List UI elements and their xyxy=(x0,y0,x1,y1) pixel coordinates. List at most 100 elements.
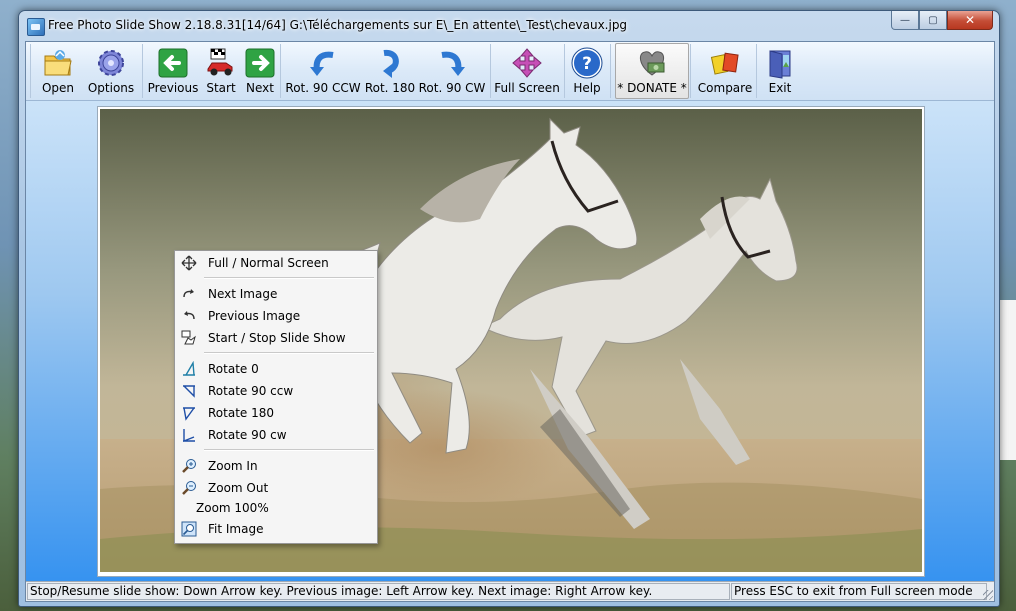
previous-button[interactable]: Previous xyxy=(146,44,200,98)
start-button[interactable]: Start xyxy=(202,44,240,98)
menu-item-rotate-90-cw[interactable]: Rotate 90 cw xyxy=(175,425,377,445)
exit-label: Exit xyxy=(768,81,792,95)
status-fullscreen-hint: Press ESC to exit from Full screen mode xyxy=(731,583,987,600)
gear-icon xyxy=(95,47,127,79)
menu-item-label: Rotate 90 cw xyxy=(208,428,287,442)
svg-text:?: ? xyxy=(582,54,592,74)
move-arrows-icon xyxy=(511,47,543,79)
rotate-ccw-icon xyxy=(307,47,339,79)
menu-item-label: Rotate 180 xyxy=(208,406,275,420)
menu-item-label: Next Image xyxy=(208,287,278,301)
rotate-180-button[interactable]: Rot. 180 xyxy=(364,44,416,98)
compare-label: Compare xyxy=(697,81,753,95)
donate-button[interactable]: * DONATE * xyxy=(615,43,689,99)
menu-item-label: Zoom In xyxy=(208,459,258,473)
menu-item-next-image[interactable]: Next Image xyxy=(175,284,377,304)
move-arrows-icon xyxy=(181,255,197,271)
rotate-ccw-button[interactable]: Rot. 90 CCW xyxy=(285,44,361,98)
context-menu: Full / Normal Screen Next Image Previous… xyxy=(174,250,378,544)
toolbar-separator xyxy=(564,44,565,98)
window-controls: — ▢ ✕ xyxy=(891,11,993,31)
menu-item-label: Rotate 90 ccw xyxy=(208,384,294,398)
help-icon: ? xyxy=(571,47,603,79)
undo-arrow-icon xyxy=(181,308,197,324)
help-label: Help xyxy=(573,81,601,95)
app-icon[interactable] xyxy=(27,18,45,36)
options-label: Options xyxy=(87,81,135,95)
arrow-right-icon xyxy=(244,47,276,79)
menu-item-label: Full / Normal Screen xyxy=(208,256,329,270)
rotate-cw-label: Rot. 90 CW xyxy=(418,81,486,95)
next-button[interactable]: Next xyxy=(242,44,278,98)
toolbar-separator xyxy=(690,44,691,98)
slideshow-hand-icon xyxy=(181,330,197,346)
menu-item-label: Start / Stop Slide Show xyxy=(208,331,346,345)
rotate-ccw-label: Rot. 90 CCW xyxy=(285,81,361,95)
menu-item-zoom-100[interactable]: Zoom 100% xyxy=(175,498,377,518)
menu-item-rotate-0[interactable]: Rotate 0 xyxy=(175,359,377,379)
maximize-button[interactable]: ▢ xyxy=(919,11,947,30)
app-window: Free Photo Slide Show 2.18.8.31[14/64] G… xyxy=(18,10,1000,607)
open-button[interactable]: Open xyxy=(36,44,80,98)
heart-money-icon xyxy=(636,47,668,79)
rotate-ccw-small-icon xyxy=(181,383,197,399)
fit-image-icon xyxy=(181,521,197,537)
menu-item-rotate-180[interactable]: Rotate 180 xyxy=(175,403,377,423)
menu-item-full-normal-screen[interactable]: Full / Normal Screen xyxy=(175,253,377,273)
client-area: Open Options Previous Start Next Rot. 90… xyxy=(25,41,995,602)
donate-label: * DONATE * xyxy=(617,81,687,95)
rotate-cw-small-icon xyxy=(181,427,197,443)
toolbar-separator xyxy=(30,44,31,98)
toolbar-separator xyxy=(490,44,491,98)
compare-cards-icon xyxy=(709,47,741,79)
previous-label: Previous xyxy=(147,81,199,95)
minimize-button[interactable]: — xyxy=(891,11,919,30)
redo-arrow-icon xyxy=(181,286,197,302)
toolbar-separator xyxy=(756,44,757,98)
menu-item-label: Fit Image xyxy=(208,522,264,536)
rotate-cw-button[interactable]: Rot. 90 CW xyxy=(418,44,486,98)
menu-item-label: Zoom 100% xyxy=(196,501,269,515)
menu-separator xyxy=(204,277,374,279)
rotate-0-icon xyxy=(181,360,197,377)
menu-item-start-stop-slide-show[interactable]: Start / Stop Slide Show xyxy=(175,328,377,348)
menu-item-label: Rotate 0 xyxy=(208,362,259,376)
compare-button[interactable]: Compare xyxy=(698,44,752,98)
toolbar: Open Options Previous Start Next Rot. 90… xyxy=(26,42,994,101)
close-button[interactable]: ✕ xyxy=(947,11,993,30)
title-bar[interactable]: Free Photo Slide Show 2.18.8.31[14/64] G… xyxy=(19,11,999,41)
toolbar-separator xyxy=(142,44,143,98)
menu-item-label: Previous Image xyxy=(208,309,301,323)
toolbar-separator xyxy=(610,44,611,98)
menu-item-fit-image[interactable]: Fit Image xyxy=(175,519,377,539)
menu-separator xyxy=(204,352,374,354)
zoom-in-icon xyxy=(181,458,197,474)
resize-grip[interactable] xyxy=(983,590,993,600)
arrow-left-icon xyxy=(157,47,189,79)
next-label: Next xyxy=(246,81,274,95)
rotate-cw-icon xyxy=(436,47,468,79)
open-label: Open xyxy=(41,81,75,95)
status-bar: Stop/Resume slide show: Down Arrow key. … xyxy=(26,581,994,601)
toolbar-separator xyxy=(280,44,281,98)
options-button[interactable]: Options xyxy=(86,44,136,98)
menu-item-rotate-90-ccw[interactable]: Rotate 90 ccw xyxy=(175,381,377,401)
rotate-180-small-icon xyxy=(181,405,197,421)
rotate-180-label: Rot. 180 xyxy=(364,81,416,95)
menu-separator xyxy=(204,449,374,451)
full-screen-button[interactable]: Full Screen xyxy=(494,44,560,98)
status-keyboard-help: Stop/Resume slide show: Down Arrow key. … xyxy=(27,583,730,600)
race-car-icon xyxy=(205,47,237,79)
menu-item-zoom-in[interactable]: Zoom In xyxy=(175,456,377,476)
folder-icon xyxy=(42,47,74,79)
menu-item-label: Zoom Out xyxy=(208,481,269,495)
menu-item-zoom-out[interactable]: Zoom Out xyxy=(175,478,377,498)
exit-door-icon xyxy=(764,47,796,79)
help-button[interactable]: ? Help xyxy=(568,44,606,98)
zoom-out-icon xyxy=(181,480,197,496)
exit-button[interactable]: Exit xyxy=(762,44,798,98)
full-screen-label: Full Screen xyxy=(494,81,560,95)
start-label: Start xyxy=(206,81,236,95)
menu-item-previous-image[interactable]: Previous Image xyxy=(175,306,377,326)
rotate-180-icon xyxy=(374,47,406,79)
